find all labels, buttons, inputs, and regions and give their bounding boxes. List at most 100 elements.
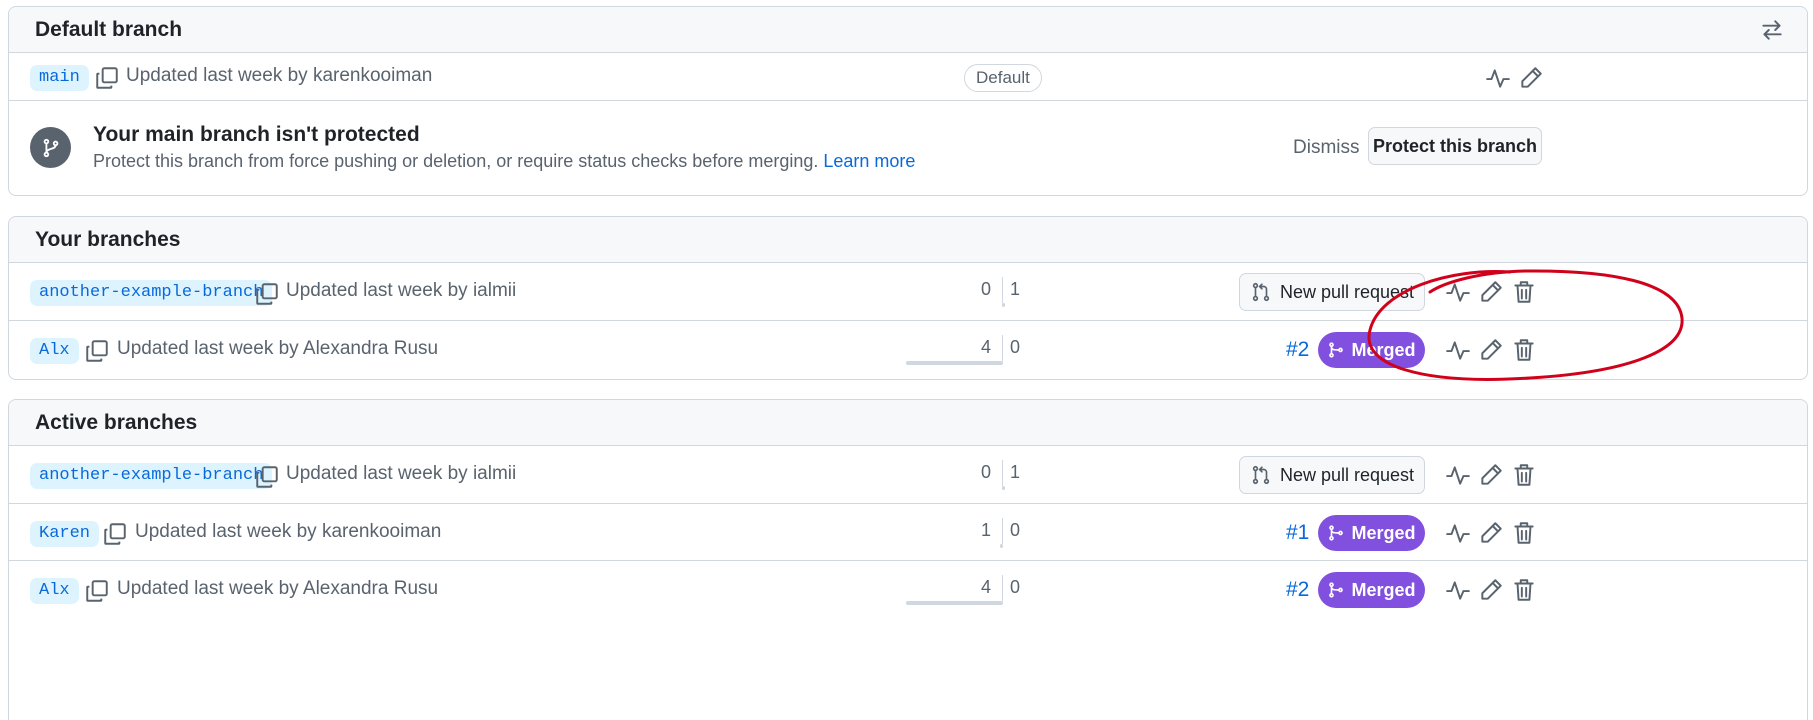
merged-badge[interactable]: Merged [1318, 515, 1425, 551]
default-branch-row: main Updated last week by karenkooiman D… [9, 53, 1807, 101]
merged-badge[interactable]: Merged [1318, 332, 1425, 368]
pencil-icon[interactable] [1518, 65, 1544, 91]
merged-label: Merged [1351, 522, 1416, 543]
updated-text: Updated last week by Alexandra Rusu [117, 578, 439, 599]
new-pull-request-button[interactable]: New pull request [1239, 456, 1425, 494]
default-badge: Default [964, 64, 1042, 92]
merged-label: Merged [1351, 339, 1416, 360]
branch-name-link[interactable]: another-example-branch [30, 280, 273, 306]
branch-row: Alx Updated last week by Alexandra Rusu … [9, 321, 1807, 378]
copy-icon[interactable] [254, 464, 280, 490]
ahead-bar [1002, 486, 1005, 490]
updated-text: Updated last week by Alexandra Rusu [117, 338, 439, 359]
updated-text: Updated last week by karenkooiman [135, 521, 442, 542]
section-title: Your branches [35, 227, 181, 251]
branch-name-link[interactable]: Alx [30, 578, 79, 604]
ahead-behind-count: 4 0 [906, 575, 1020, 605]
behind-bar [906, 361, 1003, 365]
activity-icon[interactable] [1445, 520, 1471, 546]
protection-description: Protect this branch from force pushing o… [93, 151, 915, 172]
merged-badge[interactable]: Merged [1318, 572, 1425, 608]
default-branch-header: Default branch [9, 7, 1807, 53]
branch-name-link[interactable]: Alx [30, 338, 79, 364]
ahead-count: 0 [1010, 520, 1021, 540]
trash-icon[interactable] [1511, 577, 1537, 603]
copy-icon[interactable] [102, 521, 128, 547]
active-branches-section: Active branches another-example-branch U… [8, 399, 1808, 720]
behind-count: 0 [980, 279, 991, 299]
pull-request-icon [1252, 465, 1270, 485]
pencil-icon[interactable] [1478, 577, 1504, 603]
pull-request-link[interactable]: #2 [1286, 578, 1309, 602]
learn-more-link[interactable]: Learn more [823, 151, 915, 171]
updated-text: Updated last week by karenkooiman [126, 65, 433, 86]
trash-icon[interactable] [1511, 462, 1537, 488]
trash-icon[interactable] [1511, 279, 1537, 305]
protect-branch-button[interactable]: Protect this branch [1368, 127, 1542, 165]
default-branch-section: Default branch main Updated last week by… [8, 6, 1808, 196]
new-pull-request-label: New pull request [1279, 464, 1415, 485]
pencil-icon[interactable] [1478, 279, 1504, 305]
merge-icon [1329, 525, 1344, 541]
merge-icon [1329, 342, 1344, 358]
section-title: Active branches [35, 410, 198, 434]
updated-text: Updated last week by ialmii [286, 463, 517, 484]
merge-icon [1329, 582, 1344, 598]
trash-icon[interactable] [1511, 520, 1537, 546]
behind-count: 1 [980, 520, 991, 540]
activity-icon[interactable] [1445, 577, 1471, 603]
ahead-bar [1002, 303, 1005, 307]
pencil-icon[interactable] [1478, 520, 1504, 546]
your-branches-header: Your branches [9, 217, 1807, 263]
branch-row: Karen Updated last week by karenkooiman … [9, 504, 1807, 561]
branch-name-link[interactable]: main [30, 65, 89, 91]
ahead-behind-count: 0 1 [981, 277, 1020, 307]
activity-icon[interactable] [1485, 65, 1511, 91]
pull-request-link[interactable]: #2 [1286, 338, 1309, 362]
branch-name-link[interactable]: Karen [30, 521, 100, 547]
ahead-count: 0 [1010, 577, 1021, 597]
pencil-icon[interactable] [1478, 337, 1504, 363]
activity-icon[interactable] [1445, 462, 1471, 488]
count-divider [1002, 460, 1003, 486]
behind-bar [1000, 544, 1003, 548]
pull-request-link[interactable]: #1 [1286, 521, 1309, 545]
merged-label: Merged [1351, 579, 1416, 600]
git-branch-icon [30, 127, 71, 168]
count-divider [1002, 518, 1003, 544]
ahead-count: 0 [1010, 337, 1021, 357]
switch-arrows-icon[interactable] [1759, 17, 1785, 43]
ahead-count: 1 [1010, 462, 1021, 482]
protection-title: Your main branch isn't protected [93, 123, 420, 146]
pull-request-icon [1252, 282, 1270, 302]
activity-icon[interactable] [1445, 337, 1471, 363]
section-title: Default branch [35, 17, 183, 41]
behind-count: 4 [980, 577, 991, 597]
behind-bar [906, 601, 1003, 605]
ahead-behind-count: 0 1 [981, 460, 1020, 490]
your-branches-section: Your branches another-example-branch Upd… [8, 216, 1808, 380]
new-pull-request-button[interactable]: New pull request [1239, 273, 1425, 311]
ahead-count: 1 [1010, 279, 1021, 299]
pencil-icon[interactable] [1478, 462, 1504, 488]
branch-row: another-example-branch Updated last week… [9, 263, 1807, 321]
protection-banner: Your main branch isn't protected Protect… [9, 101, 1807, 193]
count-divider [1002, 335, 1003, 361]
copy-icon[interactable] [254, 281, 280, 307]
copy-icon[interactable] [84, 338, 110, 364]
activity-icon[interactable] [1445, 279, 1471, 305]
branch-row: another-example-branch Updated last week… [9, 446, 1807, 504]
ahead-behind-count: 1 0 [981, 518, 1020, 548]
copy-icon[interactable] [94, 65, 120, 91]
trash-icon[interactable] [1511, 337, 1537, 363]
behind-count: 4 [980, 337, 991, 357]
count-divider [1002, 277, 1003, 303]
description-text: Protect this branch from force pushing o… [93, 151, 819, 171]
updated-text: Updated last week by ialmii [286, 280, 517, 301]
copy-icon[interactable] [84, 578, 110, 604]
branch-name-link[interactable]: another-example-branch [30, 463, 273, 489]
new-pull-request-label: New pull request [1279, 281, 1415, 302]
dismiss-button[interactable]: Dismiss [1293, 137, 1360, 159]
count-divider [1002, 575, 1003, 601]
behind-count: 0 [980, 462, 991, 482]
